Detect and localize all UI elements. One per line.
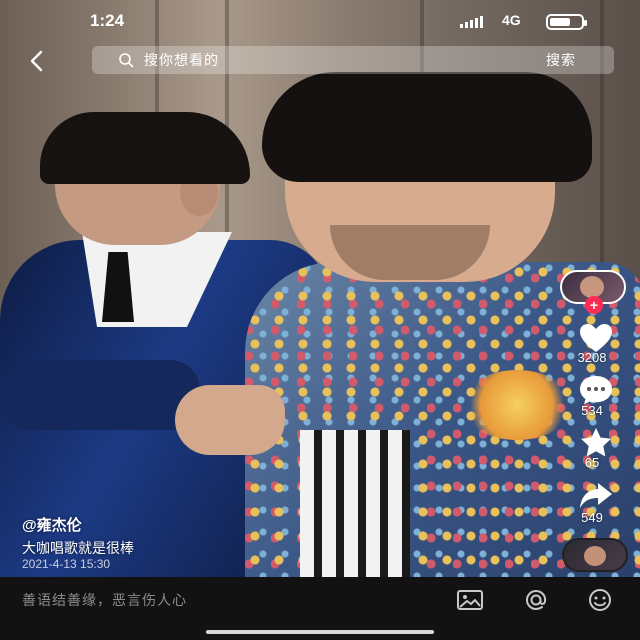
- search-icon: [119, 53, 134, 68]
- right-person-hand: [175, 385, 285, 455]
- jacket-painted-patch: [462, 370, 572, 440]
- share-icon[interactable]: [578, 480, 614, 510]
- follow-button[interactable]: +: [585, 296, 603, 314]
- search-input[interactable]: 搜你想看的: [144, 50, 219, 70]
- left-person-hair: [40, 112, 250, 184]
- image-icon[interactable]: [456, 588, 484, 612]
- favorite-count: 65: [584, 455, 600, 470]
- comment-icon[interactable]: [578, 374, 614, 406]
- music-disc[interactable]: [562, 538, 628, 572]
- network-type: 4G: [502, 12, 521, 28]
- right-person-hair: [262, 72, 592, 182]
- comment-count: 534: [581, 403, 603, 418]
- home-indicator[interactable]: [206, 630, 434, 634]
- status-bar: 1:24 4G: [0, 0, 640, 42]
- video-description: 大咖唱歌就是很棒: [22, 540, 134, 556]
- video-player[interactable]: [0, 0, 640, 577]
- share-count: 549: [581, 510, 603, 525]
- back-icon[interactable]: [22, 46, 52, 76]
- at-icon[interactable]: [522, 588, 550, 612]
- signal-icon: [460, 16, 483, 28]
- like-count: 3208: [577, 350, 607, 365]
- left-person-arm: [0, 360, 200, 430]
- status-time: 1:24: [90, 11, 125, 30]
- author-name[interactable]: @雍杰伦: [22, 514, 82, 535]
- search-button[interactable]: 搜索: [546, 50, 576, 70]
- video-date: 2021-4-13 15:30: [22, 557, 111, 571]
- battery-icon: [546, 14, 587, 30]
- emoji-icon[interactable]: [586, 588, 614, 612]
- right-person-shirt: [300, 430, 410, 577]
- star-icon[interactable]: [578, 426, 614, 458]
- comment-input[interactable]: 善语结善缘，恶言伤人心: [22, 590, 187, 610]
